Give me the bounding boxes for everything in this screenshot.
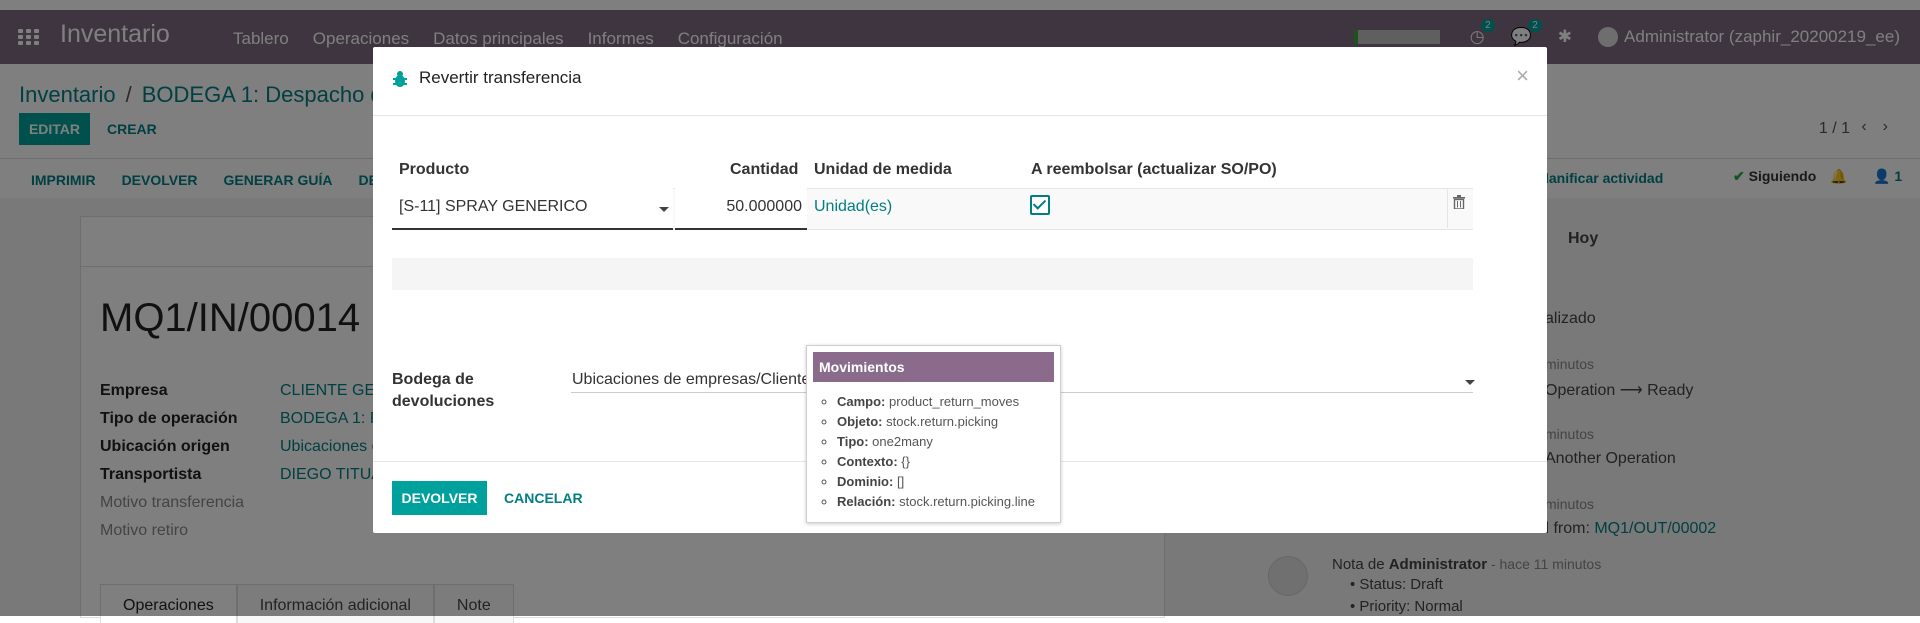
- column-header-refund[interactable]: A reembolsar (actualizar SO/PO): [1031, 161, 1277, 179]
- tooltip-item: Tipo: one2many: [837, 432, 1035, 452]
- row-divider: [1447, 188, 1448, 228]
- debug-bug-icon: [393, 71, 407, 87]
- chevron-down-icon[interactable]: [659, 207, 669, 212]
- field-tooltip: Movimientos Campo: product_return_moves …: [806, 345, 1061, 523]
- tooltip-arrow: [926, 336, 938, 345]
- warehouse-label: Bodega de devoluciones: [392, 371, 495, 410]
- tooltip-item: Dominio: []: [837, 472, 1035, 492]
- return-button[interactable]: DEVOLVER: [392, 481, 487, 515]
- dialog-title: Revertir transferencia: [419, 68, 582, 87]
- tooltip-details: Campo: product_return_moves Objeto: stoc…: [807, 392, 1035, 512]
- uom-link[interactable]: Unidad(es): [814, 198, 892, 216]
- tooltip-item: Contexto: {}: [837, 452, 1035, 472]
- tooltip-title: Movimientos: [813, 352, 1054, 382]
- trash-icon[interactable]: [1453, 195, 1465, 209]
- dialog-header: Revertir transferencia ×: [373, 47, 1547, 116]
- refund-checkbox[interactable]: [1030, 195, 1050, 215]
- column-header-product[interactable]: Producto: [399, 161, 469, 179]
- add-line-row[interactable]: [392, 258, 1473, 290]
- warehouse-value: Ubicaciones de empresas/Cliente: [572, 371, 811, 388]
- close-icon[interactable]: ×: [1516, 63, 1529, 89]
- product-value: [S-11] SPRAY GENERICO: [399, 198, 588, 215]
- quantity-value: 50.000000: [726, 198, 802, 215]
- column-header-quantity[interactable]: Cantidad: [730, 161, 798, 179]
- tooltip-item: Objeto: stock.return.picking: [837, 412, 1035, 432]
- tooltip-item: Relación: stock.return.picking.line: [837, 492, 1035, 512]
- tooltip-item: Campo: product_return_moves: [837, 392, 1035, 412]
- column-header-uom[interactable]: Unidad de medida: [814, 161, 952, 179]
- cancel-button[interactable]: CANCELAR: [504, 490, 583, 506]
- chevron-down-icon[interactable]: [1465, 380, 1475, 385]
